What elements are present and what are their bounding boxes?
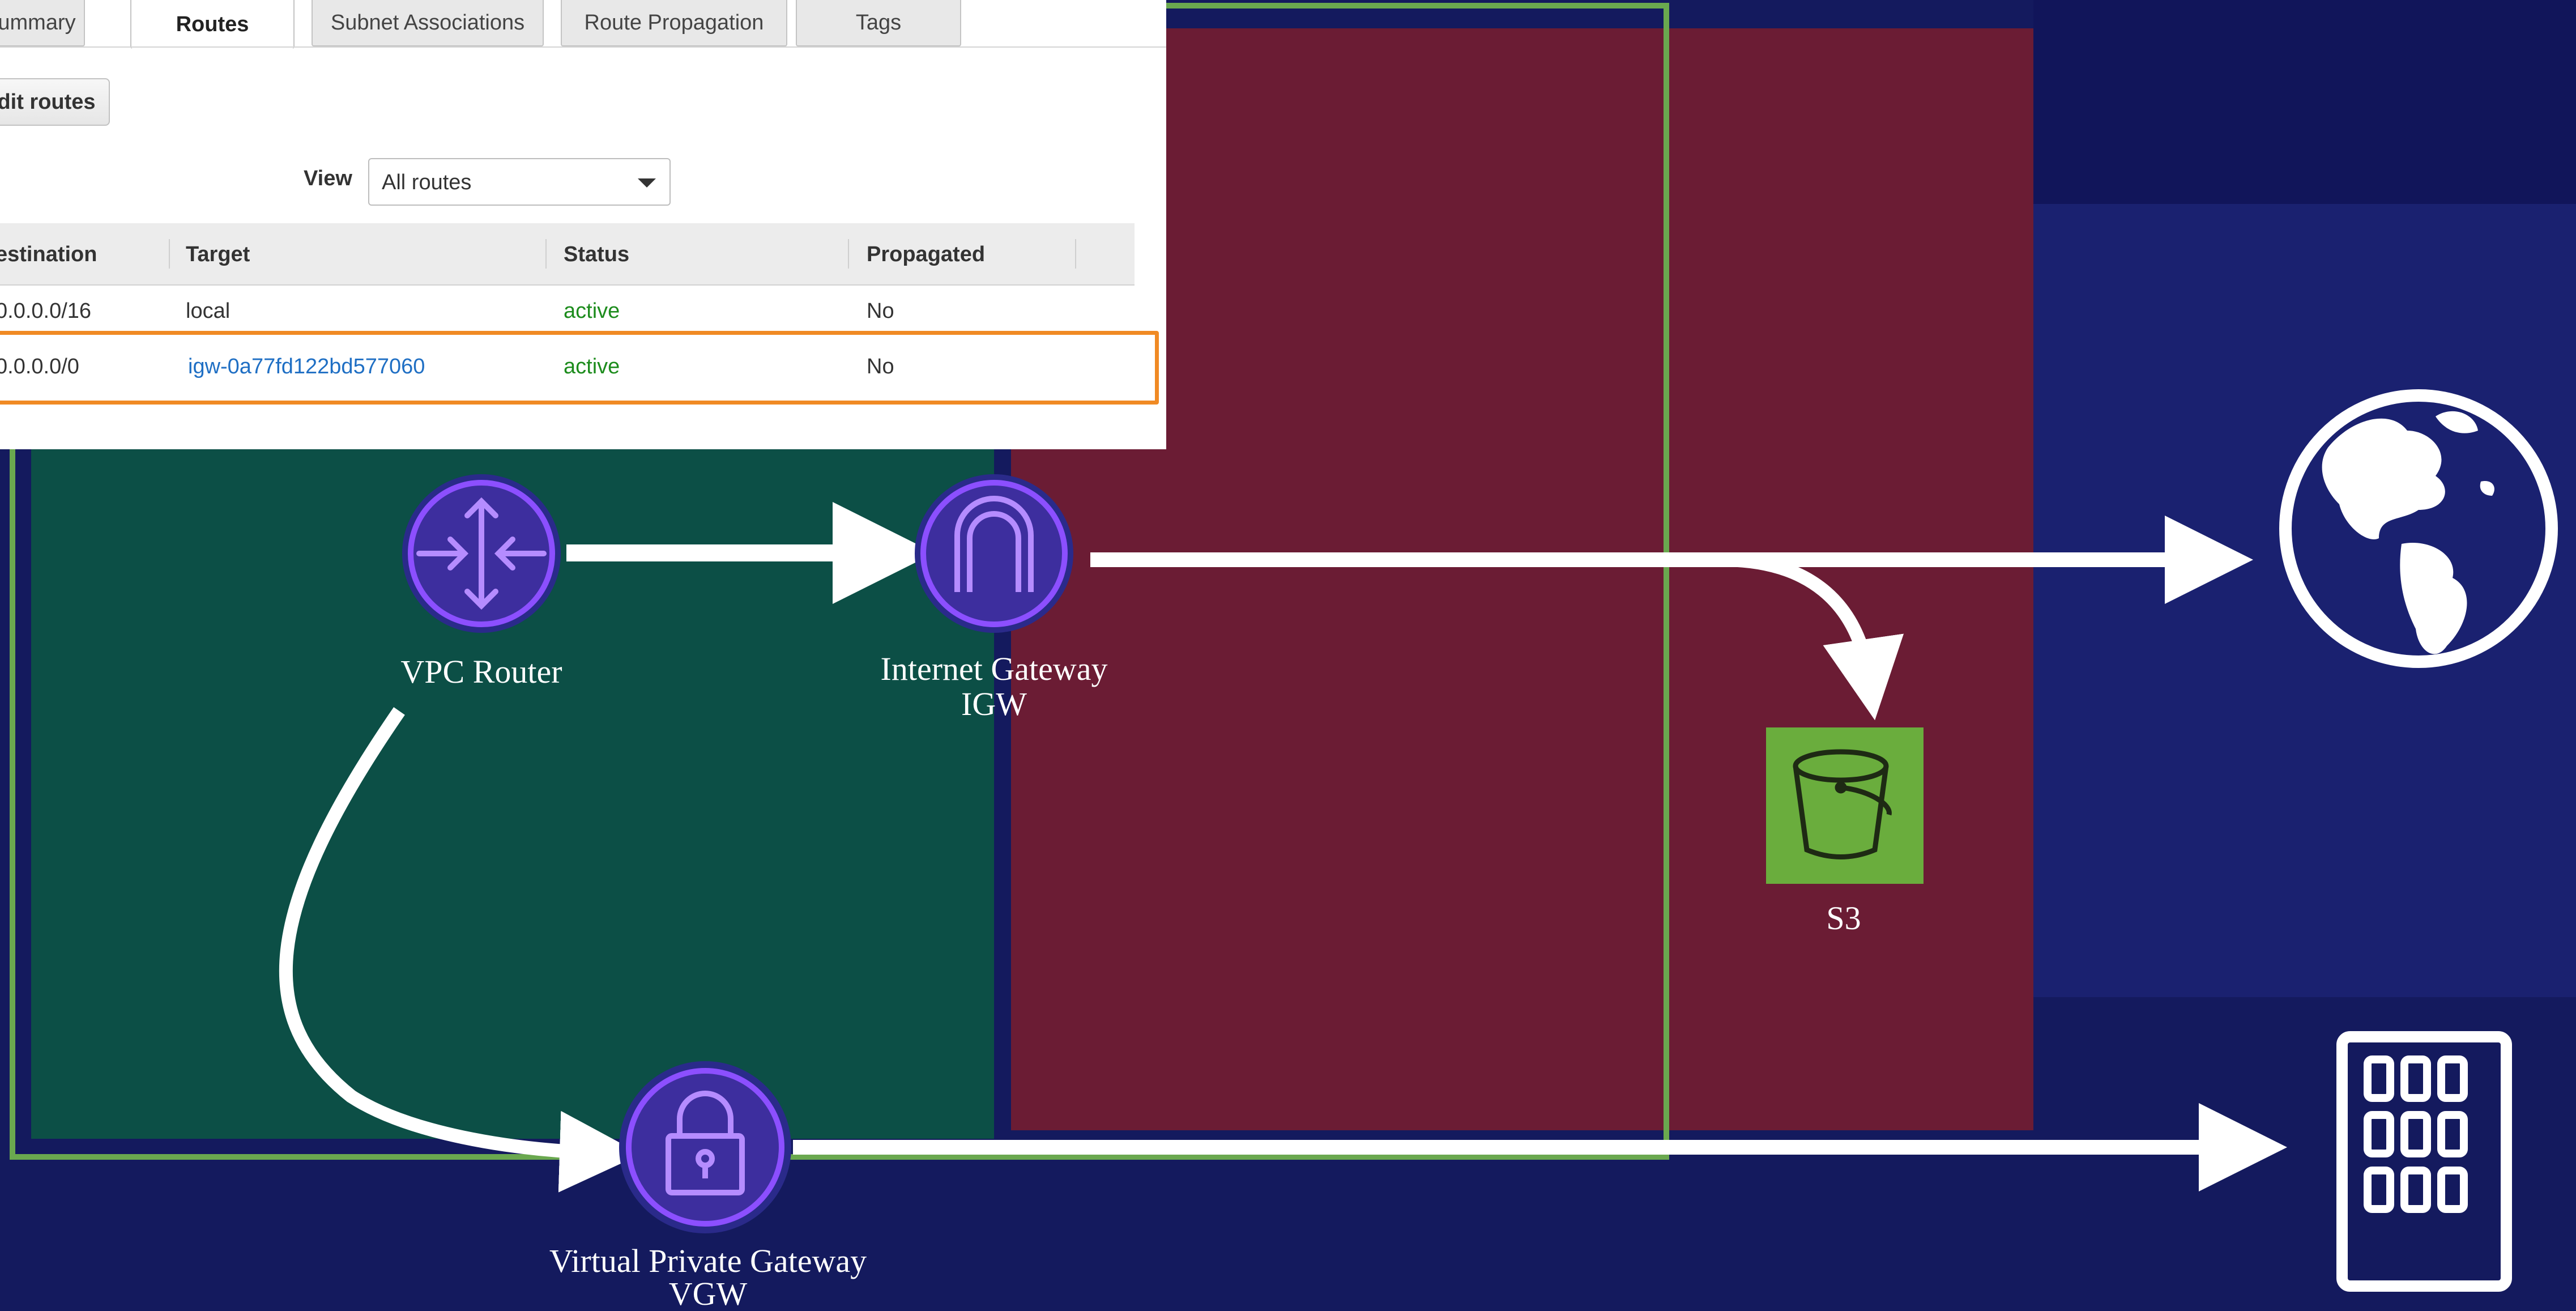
view-select[interactable]: All routes [368, 158, 671, 206]
vgw-node [619, 1061, 791, 1233]
tab-subnet-associations[interactable]: Subnet Associations [312, 0, 544, 46]
column-divider [169, 239, 170, 269]
route-table-panel: ummary Routes Subnet Associations Route … [0, 0, 1166, 449]
tab-summary[interactable]: ummary [0, 0, 85, 46]
table-header: estination Target Status Propagated [0, 223, 1135, 286]
vgw-label-line2: VGW [669, 1275, 748, 1311]
column-divider [1075, 239, 1076, 269]
s3-node [1766, 727, 1924, 884]
row-propagated: No [867, 299, 894, 323]
igw-label-line2: IGW [961, 686, 1027, 722]
s3-label: S3 [1826, 900, 1861, 937]
tab-route-propagation[interactable]: Route Propagation [561, 0, 787, 46]
row-target: local [186, 299, 231, 323]
column-divider [545, 239, 547, 269]
row-destination: 0.0.0.0/16 [0, 299, 92, 323]
column-target[interactable]: Target [186, 242, 250, 267]
highlight-box [0, 331, 1159, 405]
view-select-value: All routes [382, 171, 472, 194]
column-divider [848, 239, 849, 269]
vpc-router-node [402, 474, 561, 633]
vpc-router-label: VPC Router [400, 653, 562, 690]
internet-gateway-node [915, 474, 1073, 633]
background-band-top [2033, 0, 2576, 204]
row-status: active [564, 299, 620, 323]
column-propagated[interactable]: Propagated [867, 242, 985, 267]
tab-routes[interactable]: Routes [130, 0, 295, 49]
tab-tags[interactable]: Tags [796, 0, 961, 46]
edit-routes-button[interactable]: dit routes [0, 78, 110, 126]
column-destination[interactable]: estination [0, 242, 97, 267]
vgw-label-line1: Virtual Private Gateway [549, 1242, 867, 1279]
view-label: View [304, 167, 352, 190]
column-status[interactable]: Status [564, 242, 629, 267]
chevron-down-icon [638, 178, 656, 188]
igw-label-line1: Internet Gateway [881, 650, 1108, 687]
tab-divider [0, 46, 1166, 48]
